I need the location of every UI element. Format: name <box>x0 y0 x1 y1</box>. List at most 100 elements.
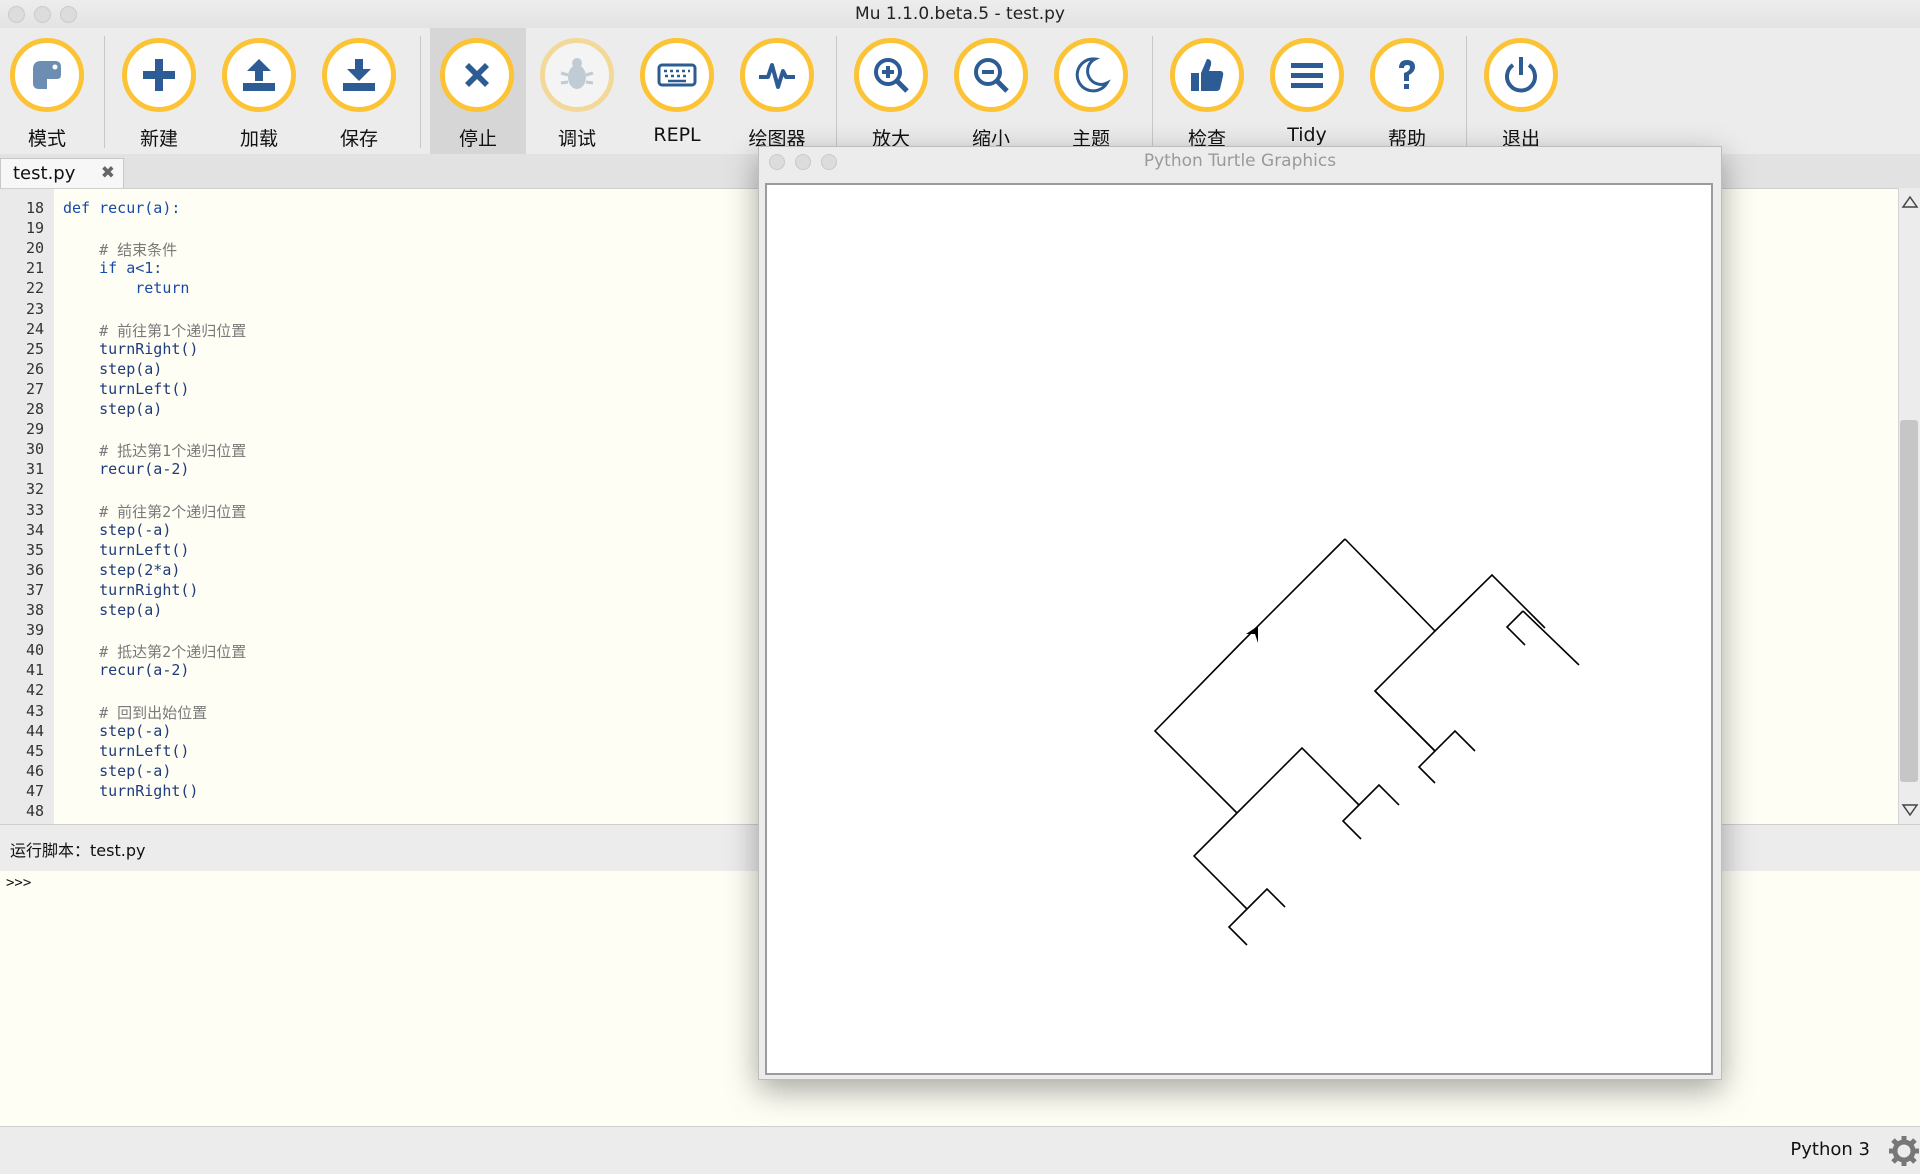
zoom-out-button[interactable]: 缩小 <box>948 28 1040 154</box>
line-number: 18 <box>25 199 44 217</box>
turtle-canvas[interactable] <box>765 183 1713 1075</box>
thumbs-up-icon <box>1191 59 1224 91</box>
line-number: 39 <box>25 621 44 640</box>
line-number: 43 <box>25 701 44 720</box>
code-line[interactable]: turnLeft() <box>63 541 189 559</box>
line-number-gutter: 18 19 20 21 22 23 24 25 26 27 28 29 30 31 32 33 34 35 36 37… <box>0 189 54 825</box>
zoom-in-button[interactable]: 放大 <box>848 28 940 154</box>
code-line[interactable]: # 抵达第1个递归位置 <box>63 440 246 461</box>
recursive-tree-lines <box>1153 538 1580 946</box>
line-number: 44 <box>25 721 44 740</box>
code-line[interactable]: step(-a) <box>63 762 171 780</box>
line-number: 26 <box>25 359 44 378</box>
run-script-label: 运行脚本：test.py <box>10 841 146 860</box>
power-icon <box>1505 57 1537 93</box>
tab-filename: test.py <box>13 163 76 184</box>
tidy-button[interactable]: Tidy <box>1264 28 1356 154</box>
load-label: 加载 <box>239 128 278 150</box>
code-line[interactable]: turnRight() <box>63 782 198 800</box>
code-line[interactable]: # 结束条件 <box>63 239 177 260</box>
turtle-zoom-button[interactable] <box>821 154 837 170</box>
new-label: 新建 <box>139 128 178 150</box>
tab-test-py[interactable]: test.py ✖ <box>0 158 124 188</box>
zoom-out-icon <box>974 58 1009 93</box>
save-button[interactable]: 保存 <box>316 28 408 154</box>
scrollbar-thumb[interactable] <box>1900 420 1918 782</box>
code-line[interactable]: step(a) <box>63 360 162 378</box>
line-number: 47 <box>25 781 44 800</box>
toolbar-separator <box>1466 36 1467 148</box>
code-line[interactable]: turnRight() <box>63 581 198 599</box>
line-number: 22 <box>25 279 44 298</box>
line-number: 36 <box>25 560 44 579</box>
code-line[interactable]: turnRight() <box>63 340 198 358</box>
mode-button[interactable]: 模式 <box>4 28 96 154</box>
plus-icon <box>143 59 175 91</box>
zoom-window-button[interactable] <box>60 6 77 23</box>
debug-label: 调试 <box>557 128 596 150</box>
turtle-cursor-icon <box>1246 626 1258 643</box>
quit-button[interactable]: 退出 <box>1478 28 1570 154</box>
line-number: 40 <box>25 641 44 660</box>
new-button[interactable]: 新建 <box>116 28 208 154</box>
code-line[interactable]: step(a) <box>63 400 162 418</box>
stop-button[interactable]: 停止 <box>430 28 526 154</box>
toolbar-separator <box>1152 36 1153 148</box>
save-label: 保存 <box>339 128 378 150</box>
code-line[interactable]: recur(a-2) <box>63 460 189 478</box>
moon-icon <box>1075 57 1111 93</box>
check-button[interactable]: 检查 <box>1164 28 1256 154</box>
code-line[interactable]: if a<1: <box>63 259 162 277</box>
repl-prompt: >>> <box>6 875 32 891</box>
scroll-down-icon[interactable] <box>1899 800 1920 820</box>
line-number: 31 <box>25 460 44 479</box>
load-button[interactable]: 加载 <box>216 28 308 154</box>
status-bar: Python 3 <box>0 1126 1920 1174</box>
minimize-window-button[interactable] <box>34 6 51 23</box>
code-line[interactable]: step(2*a) <box>63 561 180 579</box>
upload-icon <box>243 59 275 91</box>
gear-icon[interactable] <box>1886 1133 1920 1169</box>
code-line[interactable]: # 回到出始位置 <box>63 702 207 723</box>
code-line[interactable]: step(-a) <box>63 722 171 740</box>
code-line[interactable]: turnLeft() <box>63 380 189 398</box>
plotter-button[interactable]: 绘图器 <box>734 28 826 154</box>
turtle-minimize-button[interactable] <box>795 154 811 170</box>
debug-button[interactable]: 调试 <box>534 28 626 154</box>
lines-icon <box>1291 63 1323 88</box>
close-tab-icon[interactable]: ✖ <box>101 163 115 183</box>
code-line[interactable]: step(a) <box>63 601 162 619</box>
scroll-up-icon[interactable] <box>1899 192 1920 212</box>
line-number: 29 <box>25 420 44 439</box>
line-number: 21 <box>25 259 44 278</box>
line-number: 27 <box>25 379 44 398</box>
code-line[interactable]: turnLeft() <box>63 742 189 760</box>
toolbar: 模式 新建 加载 保存 停止 调试 REPL 绘图器 放大 缩小 主题 检查 T… <box>0 28 1920 154</box>
turtle-close-button[interactable] <box>769 154 785 170</box>
code-line[interactable]: recur(a-2) <box>63 661 189 679</box>
keyboard-icon <box>657 63 697 87</box>
mode-indicator[interactable]: Python 3 <box>1790 1139 1870 1160</box>
line-number: 48 <box>25 802 44 820</box>
line-number: 32 <box>25 480 44 499</box>
code-line[interactable]: # 前往第1个递归位置 <box>63 320 246 341</box>
line-number: 45 <box>25 741 44 760</box>
line-number: 30 <box>25 440 44 459</box>
close-window-button[interactable] <box>8 6 25 23</box>
turtle-window-title: Python Turtle Graphics <box>1143 151 1337 171</box>
code-line[interactable]: step(-a) <box>63 521 171 539</box>
window-title: Mu 1.1.0.beta.5 - test.py <box>855 4 1065 24</box>
code-line[interactable]: return <box>63 279 189 297</box>
python-mode-icon <box>33 61 61 89</box>
repl-button[interactable]: REPL <box>634 28 726 154</box>
question-icon <box>1399 60 1415 89</box>
theme-button[interactable]: 主题 <box>1048 28 1140 154</box>
code-line[interactable]: def recur(a): <box>63 199 180 217</box>
help-button[interactable]: 帮助 <box>1364 28 1456 154</box>
code-line[interactable]: # 抵达第2个递归位置 <box>63 641 246 662</box>
download-icon <box>343 59 375 91</box>
code-line[interactable]: # 前往第2个递归位置 <box>63 501 246 522</box>
line-number: 38 <box>25 601 44 619</box>
turtle-graphics-window[interactable]: Python Turtle Graphics <box>758 146 1722 1080</box>
line-number: 37 <box>25 580 44 599</box>
